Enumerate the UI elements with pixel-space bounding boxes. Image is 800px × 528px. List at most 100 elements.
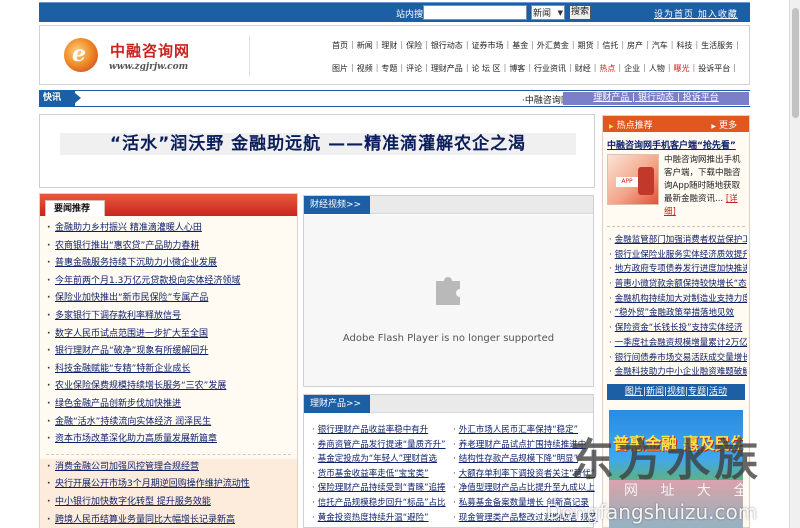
- nav-link[interactable]: 曝光: [674, 63, 690, 75]
- nav-link[interactable]: 汽车: [652, 40, 668, 52]
- list-item: · 地方政府专项债券发行进度加快推进: [609, 262, 747, 277]
- nav-link[interactable]: 专题: [381, 63, 397, 75]
- news-link[interactable]: 科技金融赋能“专精”特新企业成长: [55, 364, 190, 374]
- nav-link[interactable]: 首页: [332, 40, 348, 52]
- recommend-link[interactable]: 一季度社会融资规模增量累计2万亿: [615, 338, 747, 348]
- list-item: · 保险理财产品持续受到“青睐”追捧: [312, 481, 446, 493]
- top-quick-links[interactable]: 设为首页 加入收藏: [654, 7, 750, 21]
- nav-link[interactable]: 图片: [332, 63, 348, 75]
- recommend-link[interactable]: 金融机构持续加大对制造业支持力度: [615, 294, 747, 304]
- recommend-link[interactable]: 银行间债券市场交易活跃成交量增长5.8: [615, 353, 747, 363]
- recommend-link[interactable]: 地方政府专项债券发行进度加快推进: [615, 264, 747, 274]
- tab-finance-video[interactable]: 财经视频>>: [304, 196, 370, 214]
- news-link[interactable]: 农业保险保费规模持续增长服务“三农”发展: [55, 381, 226, 391]
- media-tabs[interactable]: 图片|新闻|视频|专题|活动: [607, 384, 745, 400]
- news-link[interactable]: 绿色金融产品创新步伐加快推进: [55, 399, 181, 409]
- nav-link[interactable]: 科技: [676, 40, 692, 52]
- product-link[interactable]: 基金定投成为“年轻人”理财首选: [318, 454, 437, 464]
- nav-link[interactable]: 基金: [512, 40, 528, 52]
- product-link[interactable]: 现金管理类产品整改过渡期收官 规范: [459, 513, 598, 523]
- nav-link[interactable]: 评论: [406, 63, 422, 75]
- news-link[interactable]: 跨境人民币结算业务量同比大幅增长记录新高: [55, 515, 235, 525]
- site-logo[interactable]: e 中融咨询网 www.zgjrjw.com: [62, 34, 212, 76]
- nav-link[interactable]: 理财: [381, 40, 397, 52]
- search-button[interactable]: 搜索: [569, 5, 591, 20]
- news-link[interactable]: 消费金融公司加强风控管理合规经营: [55, 462, 199, 472]
- search-input[interactable]: [423, 5, 527, 20]
- nav-link[interactable]: 期货: [578, 40, 594, 52]
- news-link[interactable]: 资本市场改革深化助力高质量发展新篇章: [55, 434, 217, 444]
- news-link[interactable]: 银行理财产品“破净”现象有所缓解回升: [55, 346, 208, 356]
- phone-icon: [638, 167, 654, 195]
- recommend-link[interactable]: “稳外贸”金融政策举措落地见效: [615, 308, 734, 318]
- nav-separator: |: [670, 40, 674, 49]
- news-link[interactable]: 金融“活水”持续流向实体经济 润泽民生: [55, 417, 211, 427]
- product-link[interactable]: 券商资管产品发行提速“量质齐升”: [318, 440, 446, 450]
- tab-finance-products[interactable]: 理财产品>>: [304, 395, 370, 413]
- feature-title[interactable]: 中融咨询网手机客户端“抢先看”: [607, 138, 736, 151]
- product-link[interactable]: 外汇市场人民币汇率保持“稳定”: [459, 425, 578, 435]
- news-link[interactable]: 数字人民币试点范围进一步扩大至全国: [55, 329, 208, 339]
- flash-quick-links[interactable]: 理财产品 | 银行动态 | 投诉平台: [563, 92, 749, 105]
- tab-featured-news[interactable]: 要闻推荐: [45, 200, 105, 216]
- news-link[interactable]: 多家银行下调存款利率释放信号: [55, 311, 181, 321]
- product-link[interactable]: 结构性存款产品规模下降“明显”: [459, 454, 578, 464]
- bullet-icon: ·: [47, 310, 51, 321]
- product-link[interactable]: 货币基金收益率走低“宝宝类”: [318, 469, 429, 479]
- more-link[interactable]: 更多: [711, 118, 737, 131]
- nav-separator: |: [375, 40, 379, 49]
- nav-link[interactable]: 外汇黄金: [537, 40, 569, 52]
- nav-link[interactable]: 信托: [602, 40, 618, 52]
- nav-link[interactable]: 财经: [575, 63, 591, 75]
- bullet-icon: ·: [47, 514, 51, 525]
- nav-link[interactable]: 博客: [509, 63, 525, 75]
- nav-link[interactable]: 企业: [624, 63, 640, 75]
- search-category-select[interactable]: 新闻 ▼: [531, 5, 565, 20]
- news-link[interactable]: 今年前两个月1.3万亿元贷款投向实体经济领域: [55, 276, 240, 286]
- news-link[interactable]: 农商银行推出“惠农贷”产品助力春耕: [55, 241, 199, 251]
- recommend-link[interactable]: 保险资金“长钱长投”支持实体经济: [615, 323, 743, 333]
- product-link[interactable]: 保险理财产品持续受到“青睐”追捧: [318, 483, 446, 493]
- scrollbar-thumb[interactable]: [792, 8, 799, 118]
- nav-link[interactable]: 热点: [599, 63, 615, 75]
- vertical-scrollbar[interactable]: [789, 0, 800, 528]
- recommend-link[interactable]: 银行业保险业服务实体经济质效提升: [615, 250, 747, 260]
- list-item: · 普惠小微贷款余额保持较快增长“态: [609, 277, 747, 292]
- promo-ad-banner[interactable]: 普惠金融 惠及民生: [609, 410, 743, 528]
- nav-link[interactable]: 投诉平台: [698, 63, 730, 75]
- nav-link[interactable]: 银行动态: [431, 40, 463, 52]
- feature-thumbnail[interactable]: APP: [607, 154, 659, 205]
- list-item: · 数字人民币试点范围进一步扩大至全国: [40, 326, 297, 344]
- product-link[interactable]: 净值型理财产品占比提升至九成以上: [459, 483, 595, 493]
- news-link[interactable]: 央行开展公开市场3个月期逆回购操作维护流动性: [55, 479, 250, 489]
- product-link[interactable]: 信托产品规模稳步回升“标品”占比: [318, 498, 446, 508]
- nav-link[interactable]: 证券市场: [472, 40, 504, 52]
- video-panel-header: 财经视频>>: [304, 196, 593, 214]
- list-item: · 金融“活水”持续流向实体经济 润泽民生: [40, 414, 297, 432]
- nav-link[interactable]: 理财产品: [431, 63, 463, 75]
- nav-link[interactable]: 新闻: [357, 40, 373, 52]
- recommend-link[interactable]: 金融科技助力中小企业融资难题破解: [615, 367, 747, 377]
- product-link[interactable]: 黄金投资热度持续升温“避险”: [318, 513, 429, 523]
- product-link[interactable]: 银行理财产品收益率稳中有升: [318, 425, 429, 435]
- nav-link[interactable]: 保险: [406, 40, 422, 52]
- nav-link[interactable]: 论 坛 区: [472, 63, 501, 75]
- recommend-link[interactable]: 金融监管部门加强消费者权益保护工作: [615, 235, 747, 245]
- news-link[interactable]: 金融助力乡村振兴 精准滴灌暖人心田: [55, 223, 202, 233]
- product-link[interactable]: 养老理财产品试点扩围持续推进中: [459, 440, 587, 450]
- nav-separator: |: [596, 40, 600, 49]
- nav-link[interactable]: 行业资讯: [534, 63, 566, 75]
- nav-link[interactable]: 视频: [357, 63, 373, 75]
- nav-link[interactable]: 生活服务: [701, 40, 733, 52]
- news-link[interactable]: 中小银行加快数字化转型 提升服务效能: [55, 497, 211, 507]
- nav-link[interactable]: 人物: [649, 63, 665, 75]
- recommend-link[interactable]: 普惠小微贷款余额保持较快增长“态: [615, 279, 747, 289]
- nav-link[interactable]: 房产: [627, 40, 643, 52]
- banner-headline: “活水”润沃野 金融助远航 ——精准滴灌解农企之渴: [60, 133, 576, 155]
- bullet-icon: ·: [47, 496, 51, 507]
- news-link[interactable]: 普惠金融服务持续下沉助力小微企业发展: [55, 258, 217, 268]
- headline-banner[interactable]: “活水”润沃野 金融助远航 ——精准滴灌解农企之渴: [39, 114, 595, 188]
- news-link[interactable]: 保险业加快推出“新市民保险”专属产品: [55, 293, 208, 303]
- product-link[interactable]: 大额存单利率下调投资者关注“替代”: [459, 469, 595, 479]
- product-link[interactable]: 私募基金备案数量增长 创新高记录: [459, 498, 589, 508]
